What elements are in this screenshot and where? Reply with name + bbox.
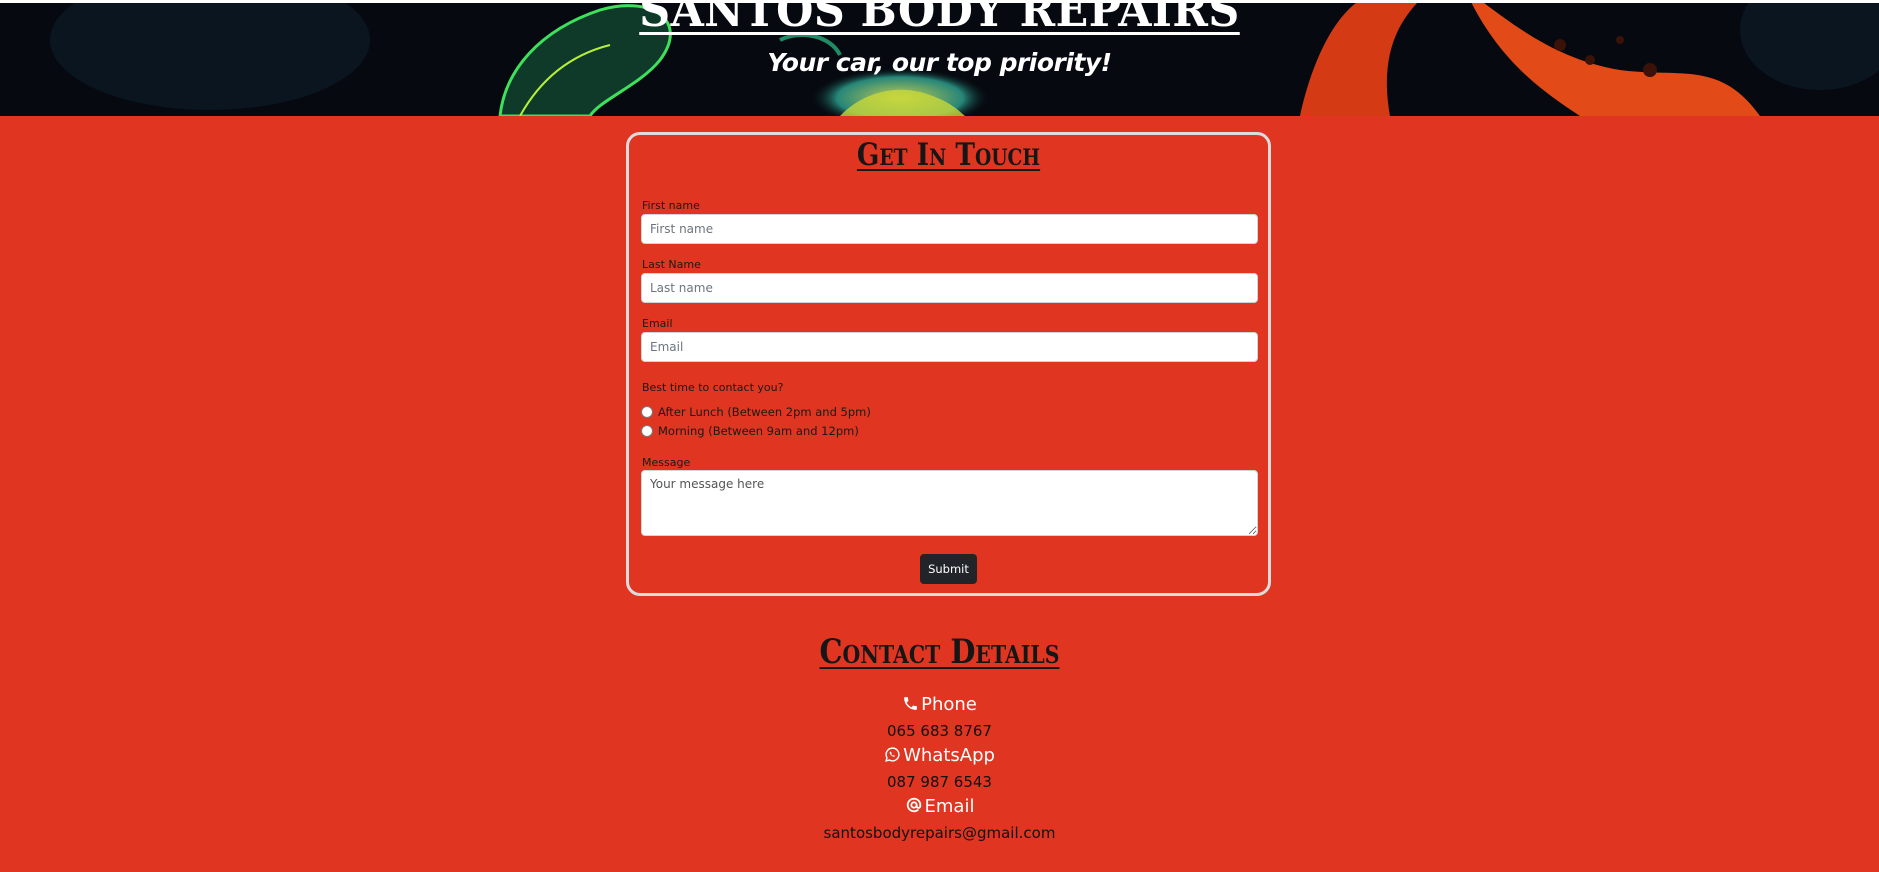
first-name-label: First name <box>642 199 700 212</box>
after-lunch-radio[interactable] <box>641 406 653 418</box>
email-label: Email <box>642 317 673 330</box>
submit-button[interactable]: Submit <box>920 554 977 584</box>
radio-option-morning: Morning (Between 9am and 12pm) <box>641 424 859 438</box>
contact-time-label: Best time to contact you? <box>642 381 784 394</box>
site-title: SANTOS BODY REPAIRS <box>639 0 1240 37</box>
first-name-input[interactable] <box>641 214 1258 244</box>
contact-form: Get In Touch First name Last Name Email … <box>626 132 1271 596</box>
phone-number[interactable]: 065 683 8767 <box>0 722 1879 740</box>
phone-heading: Phone <box>0 694 1879 717</box>
radio-option-after-lunch: After Lunch (Between 2pm and 5pm) <box>641 405 871 419</box>
morning-label: Morning (Between 9am and 12pm) <box>658 424 859 438</box>
at-icon <box>905 796 923 819</box>
morning-radio[interactable] <box>641 425 653 437</box>
last-name-label: Last Name <box>642 258 701 271</box>
email-heading: Email <box>0 796 1879 819</box>
email-input[interactable] <box>641 332 1258 362</box>
site-tagline: Your car, our top priority! <box>767 48 1112 77</box>
email-contact-label: Email <box>924 796 975 817</box>
after-lunch-label: After Lunch (Between 2pm and 5pm) <box>658 405 871 419</box>
whatsapp-heading: WhatsApp <box>0 745 1879 768</box>
message-label: Message <box>642 456 691 469</box>
message-textarea[interactable] <box>641 470 1258 536</box>
last-name-input[interactable] <box>641 273 1258 303</box>
email-address[interactable]: santosbodyrepairs@gmail.com <box>0 824 1879 842</box>
form-heading: Get In Touch <box>856 137 1041 173</box>
whatsapp-icon <box>884 746 901 768</box>
whatsapp-number[interactable]: 087 987 6543 <box>0 773 1879 791</box>
whatsapp-label: WhatsApp <box>903 745 995 766</box>
phone-icon <box>902 695 919 717</box>
phone-label: Phone <box>921 694 977 715</box>
contact-details-heading: Contact Details <box>819 632 1060 672</box>
hero-banner: SANTOS BODY REPAIRS Your car, our top pr… <box>0 0 1879 116</box>
